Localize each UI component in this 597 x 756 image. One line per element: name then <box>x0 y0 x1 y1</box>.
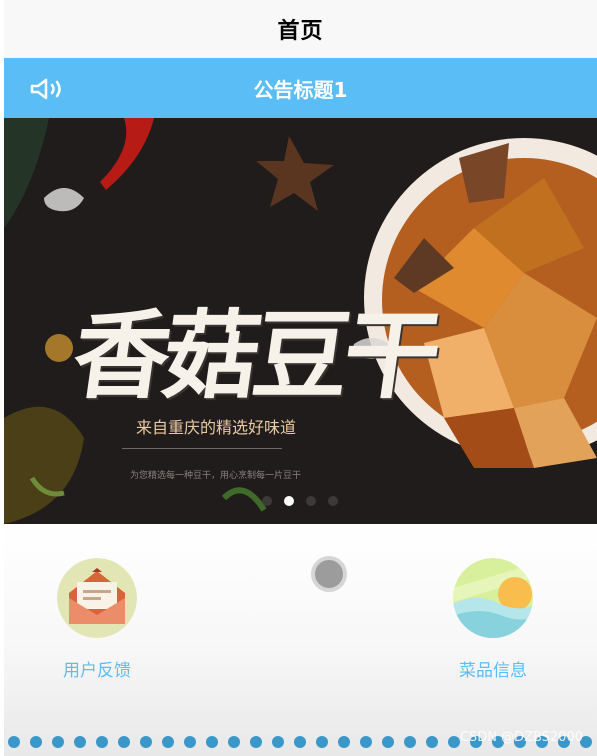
decorative-dot <box>426 736 438 748</box>
decorative-dot <box>360 736 372 748</box>
notice-title: 公告标题1 <box>253 77 348 102</box>
decorative-dot <box>52 736 64 748</box>
assistive-touch-icon[interactable] <box>311 556 347 592</box>
decorative-dot <box>382 736 394 748</box>
decorative-dot <box>404 736 416 748</box>
page-title: 首页 <box>277 19 324 44</box>
decorative-dot <box>206 736 218 748</box>
dish-info-sunset-icon <box>453 558 533 638</box>
banner-headline: 香菇豆干 <box>66 299 443 412</box>
decorative-dot <box>30 736 42 748</box>
decorative-dot <box>184 736 196 748</box>
quick-menu: 用户反馈 菜品信息 <box>4 524 597 756</box>
menu-label-dish-info: 菜品信息 <box>459 661 527 681</box>
carousel-dot[interactable] <box>328 496 338 506</box>
banner-subline: 为您精选每一种豆干，用心烹制每一片豆干 <box>130 471 302 481</box>
decorative-dot <box>338 736 350 748</box>
feedback-envelope-icon <box>57 558 137 638</box>
menu-label-user-feedback: 用户反馈 <box>63 661 131 681</box>
decorative-dot <box>272 736 284 748</box>
decorative-dot <box>448 736 460 748</box>
decorative-dot <box>8 736 20 748</box>
carousel-dot-active[interactable] <box>284 496 294 506</box>
decorative-dot <box>162 736 174 748</box>
decorative-dot <box>294 736 306 748</box>
watermark: CSDN @DZBS2000 <box>459 730 583 745</box>
carousel-dot[interactable] <box>306 496 316 506</box>
decorative-dot <box>250 736 262 748</box>
top-navigation-bar: 首页 <box>4 0 597 58</box>
menu-item-dish-info[interactable]: 菜品信息 <box>438 558 548 681</box>
decorative-dot <box>118 736 130 748</box>
notice-bar[interactable]: 公告标题1 <box>4 58 597 118</box>
banner-subtitle: 来自重庆的精选好味道 <box>136 418 297 437</box>
banner-carousel[interactable]: 香菇豆干 来自重庆的精选好味道 为您精选每一种豆干，用心烹制每一片豆干 <box>4 118 597 524</box>
decorative-dot <box>316 736 328 748</box>
decorative-dot <box>74 736 86 748</box>
decorative-dot <box>140 736 152 748</box>
speaker-icon <box>30 78 61 100</box>
menu-item-user-feedback[interactable]: 用户反馈 <box>42 558 152 681</box>
decorative-dot <box>228 736 240 748</box>
carousel-indicators[interactable] <box>262 496 338 506</box>
carousel-dot[interactable] <box>262 496 272 506</box>
decorative-dot <box>96 736 108 748</box>
